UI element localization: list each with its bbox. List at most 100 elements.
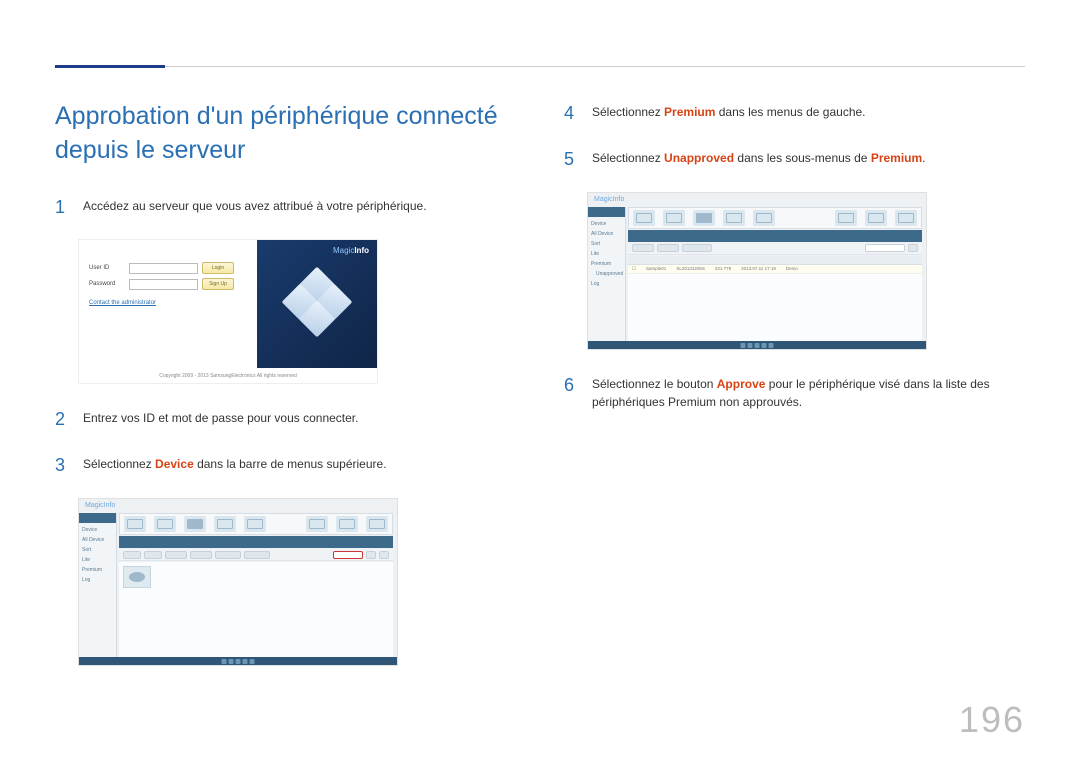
login-copyright: Copyright 2009 - 2013 SamsungElectronics… [79, 373, 377, 379]
app-footer [588, 341, 926, 349]
contact-admin-link[interactable]: Contact the administrator [89, 300, 234, 306]
app-topbar [119, 513, 393, 535]
step-5: 5 Sélectionnez Unapproved dans les sous-… [564, 146, 1025, 174]
app-main [119, 562, 393, 657]
sidebar-item[interactable]: Unapproved [588, 269, 625, 279]
highlight-device: Device [155, 457, 194, 471]
login-user-row: User ID Login [89, 262, 234, 274]
user-id-input[interactable] [129, 263, 198, 274]
highlight-premium: Premium [664, 105, 715, 119]
step-text: Sélectionnez le bouton Approve pour le p… [592, 372, 1025, 412]
diamond-graphic [287, 272, 347, 332]
step-text: Sélectionnez Premium dans les menus de g… [592, 100, 866, 122]
toolbar-button[interactable] [144, 551, 162, 559]
app-toolbar [119, 549, 393, 561]
highlight-unapproved: Unapproved [664, 151, 734, 165]
toolbar-button[interactable] [123, 551, 141, 559]
sidebar-item[interactable]: All Device [588, 229, 625, 239]
toolbar-button[interactable] [244, 551, 270, 559]
topbar-icon[interactable] [633, 210, 655, 226]
topbar-icon[interactable] [124, 516, 146, 532]
manual-page: Approbation d'un périphérique connecté d… [0, 0, 1080, 763]
step-4: 4 Sélectionnez Premium dans les menus de… [564, 100, 1025, 128]
app-footer [79, 657, 397, 665]
topbar-icon[interactable] [693, 210, 715, 226]
header-rule [55, 66, 1025, 67]
topbar-icon[interactable] [835, 210, 857, 226]
screenshot-premium-unapproved: MagicInfo Device All Device Sort Lite Pr… [587, 192, 927, 350]
topbar-icon[interactable] [723, 210, 745, 226]
toolbar-button[interactable] [682, 244, 712, 252]
step-text: Sélectionnez Device dans la barre de men… [83, 452, 387, 474]
toolbar-search[interactable] [333, 551, 363, 559]
sidebar-item[interactable]: All Device [79, 535, 116, 545]
brand-logo: MagicInfo [333, 246, 369, 255]
toolbar-button[interactable] [632, 244, 654, 252]
topbar-icon[interactable] [154, 516, 176, 532]
step-text: Sélectionnez Unapproved dans les sous-me… [592, 146, 926, 168]
user-id-label: User ID [89, 265, 129, 271]
toolbar-button[interactable] [215, 551, 241, 559]
sidebar-item[interactable]: Log [588, 279, 625, 289]
left-column: Approbation d'un périphérique connecté d… [55, 100, 516, 688]
highlight-approve: Approve [717, 377, 766, 391]
topbar-icon[interactable] [865, 210, 887, 226]
sidebar-item[interactable]: Device [588, 219, 625, 229]
topbar-icon[interactable] [336, 516, 358, 532]
app-main: ☐Sample01SL20131205S221.7792013.07.11 17… [628, 256, 922, 341]
login-form: User ID Login Password Sign Up Contact t… [79, 258, 244, 306]
device-thumbnail[interactable] [123, 566, 151, 588]
login-hero: MagicInfo [257, 240, 377, 368]
step-number: 5 [564, 146, 578, 174]
topbar-icon[interactable] [663, 210, 685, 226]
toolbar-search[interactable] [865, 244, 905, 252]
sidebar-item[interactable]: Premium [588, 259, 625, 269]
toolbar-button[interactable] [165, 551, 187, 559]
sidebar-item[interactable]: Device [79, 525, 116, 535]
step-2: 2 Entrez vos ID et mot de passe pour vou… [55, 406, 516, 434]
sidebar-item[interactable]: Lite [79, 555, 116, 565]
step-number: 1 [55, 194, 69, 222]
topbar-icon[interactable] [244, 516, 266, 532]
sidebar-item[interactable]: Log [79, 575, 116, 585]
signup-button[interactable]: Sign Up [202, 278, 234, 290]
topbar-icon[interactable] [184, 516, 206, 532]
toolbar-button[interactable] [657, 244, 679, 252]
topbar-icon[interactable] [366, 516, 388, 532]
app-brand: MagicInfo [594, 196, 624, 203]
step-3: 3 Sélectionnez Device dans la barre de m… [55, 452, 516, 480]
sidebar-item[interactable]: Sort [588, 239, 625, 249]
toolbar-button[interactable] [190, 551, 212, 559]
right-column: 4 Sélectionnez Premium dans les menus de… [564, 100, 1025, 688]
sidebar-item[interactable]: Premium [79, 565, 116, 575]
screenshot-device-list: MagicInfo Device All Device Sort Lite Pr… [78, 498, 398, 666]
step-number: 2 [55, 406, 69, 434]
login-button[interactable]: Login [202, 262, 234, 274]
step-6: 6 Sélectionnez le bouton Approve pour le… [564, 372, 1025, 412]
app-topbar [628, 207, 922, 229]
topbar-icon[interactable] [214, 516, 236, 532]
step-number: 4 [564, 100, 578, 128]
app-sidebar: Device All Device Sort Lite Premium Log [79, 513, 117, 657]
topbar-icon[interactable] [306, 516, 328, 532]
toolbar-button[interactable] [908, 244, 918, 252]
table-row[interactable]: ☐Sample01SL20131205S221.7792013.07.11 17… [628, 265, 922, 274]
page-number: 196 [959, 699, 1025, 741]
screenshot-login: User ID Login Password Sign Up Contact t… [78, 239, 378, 384]
topbar-icon[interactable] [753, 210, 775, 226]
section-title: Approbation d'un périphérique connecté d… [55, 100, 516, 168]
app-toolbar [628, 243, 922, 255]
password-label: Password [89, 281, 129, 287]
login-pass-row: Password Sign Up [89, 278, 234, 290]
step-1: 1 Accédez au serveur que vous avez attri… [55, 194, 516, 222]
toolbar-button[interactable] [379, 551, 389, 559]
sidebar-item[interactable]: Lite [588, 249, 625, 259]
sidebar-item[interactable]: Sort [79, 545, 116, 555]
toolbar-button[interactable] [366, 551, 376, 559]
step-number: 6 [564, 372, 578, 400]
step-text: Accédez au serveur que vous avez attribu… [83, 194, 427, 216]
topbar-icon[interactable] [895, 210, 917, 226]
password-input[interactable] [129, 279, 198, 290]
header-accent [55, 65, 165, 68]
app-brand: MagicInfo [85, 502, 115, 509]
